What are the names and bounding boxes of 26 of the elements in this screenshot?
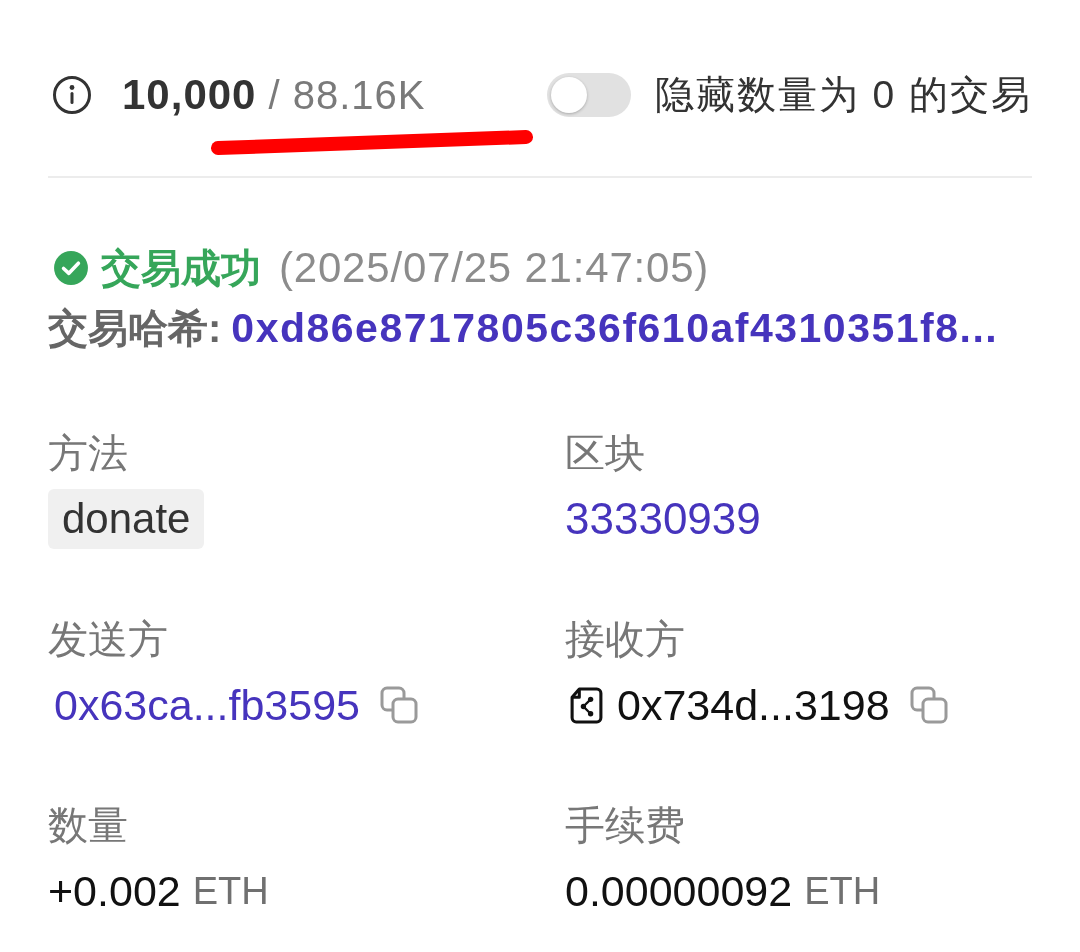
copy-icon[interactable]: [909, 686, 948, 724]
field-label: 方法: [48, 430, 128, 477]
toggle-switch[interactable]: [546, 73, 631, 117]
timestamp: (2025/07/25 21:47:05): [279, 244, 710, 292]
toggle-label: 隐藏数量为 0 的交易: [654, 72, 1032, 118]
amount-value: +0.002: [48, 866, 181, 916]
field-label: 发送方: [48, 616, 168, 663]
method-tag: donate: [48, 489, 205, 549]
block-number-link[interactable]: 33330939: [565, 494, 761, 544]
address-text: 0x734d...3198: [617, 680, 890, 730]
status-text: 交易成功: [101, 244, 261, 292]
transaction-hash-link[interactable]: 0xd86e8717805c36f610af4310351f8...: [231, 304, 999, 352]
document-icon: [570, 686, 603, 724]
field-label: 接收方: [565, 616, 685, 663]
amount-value: 0.00000092: [565, 866, 793, 916]
total-count: / 88.16K: [268, 72, 426, 118]
hash-label: 交易哈希:: [48, 304, 222, 352]
field-label: 手续费: [565, 802, 685, 849]
shown-count: 10,000: [122, 71, 257, 119]
address-link[interactable]: 0x63ca...fb3595: [54, 680, 361, 730]
currency-unit: ETH: [804, 869, 881, 913]
field-label: 区块: [565, 430, 645, 477]
field-label: 数量: [48, 802, 128, 849]
currency-unit: ETH: [192, 869, 269, 913]
copy-icon[interactable]: [380, 686, 419, 724]
info-icon[interactable]: [52, 75, 92, 115]
